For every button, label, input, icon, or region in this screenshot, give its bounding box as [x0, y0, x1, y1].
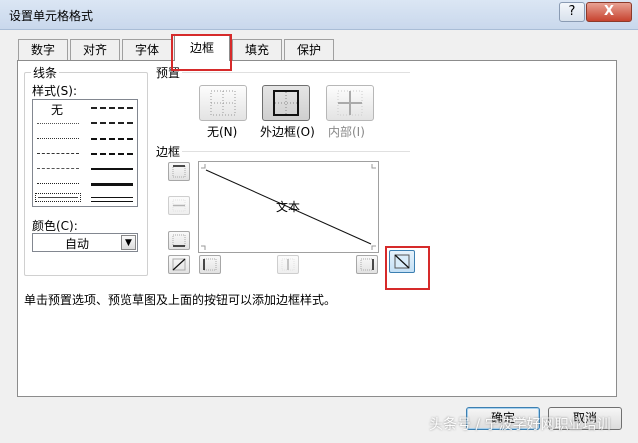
line-style-option[interactable] — [37, 138, 79, 139]
line-style-option[interactable] — [91, 168, 133, 170]
border-inner-horizontal-icon — [172, 199, 186, 212]
border-right-icon — [360, 258, 374, 271]
border-left-button[interactable] — [199, 255, 221, 274]
border-top-button[interactable] — [168, 162, 190, 181]
color-label: 颜色(C): — [32, 219, 78, 233]
preset-inside-button[interactable] — [326, 85, 374, 121]
border-left-icon — [203, 258, 217, 271]
border-inner-horizontal-button[interactable] — [168, 196, 190, 215]
preset-outline-label: 外边框(O) — [260, 125, 315, 139]
line-style-selected[interactable] — [35, 193, 81, 202]
line-style-option[interactable] — [91, 153, 133, 155]
tab-protection[interactable]: 保护 — [284, 39, 334, 60]
hint-text: 单击预置选项、预览草图及上面的按钮可以添加边框样式。 — [24, 293, 337, 307]
line-style-option[interactable] — [37, 153, 79, 154]
preset-outline-button[interactable] — [262, 85, 310, 121]
preview-text: 文本 — [276, 200, 301, 214]
line-style-option[interactable] — [37, 168, 79, 169]
border-right-button[interactable] — [356, 255, 378, 274]
presets-divider — [182, 72, 410, 73]
window-title: 设置单元格格式 — [9, 9, 94, 23]
border-inner-vertical-button[interactable] — [277, 255, 299, 274]
line-style-option[interactable] — [91, 197, 133, 202]
line-style-option[interactable] — [91, 122, 133, 124]
tab-font[interactable]: 字体 — [122, 39, 172, 60]
close-button[interactable]: X — [586, 2, 632, 22]
border-bottom-icon — [172, 234, 186, 247]
tab-fill[interactable]: 填充 — [232, 39, 282, 60]
line-style-option[interactable] — [91, 138, 133, 140]
tab-highlight-box — [171, 34, 232, 71]
line-style-list[interactable]: 无 — [32, 99, 138, 207]
close-icon: X — [603, 4, 615, 19]
preset-inside-label: 内部(I) — [328, 125, 365, 139]
color-select-value: 自动 — [65, 237, 90, 251]
preset-outline-icon — [273, 90, 299, 116]
border-diagonal-up-button[interactable] — [168, 255, 190, 274]
border-label: 边框 — [156, 145, 181, 159]
border-bottom-button[interactable] — [168, 231, 190, 250]
chevron-down-icon[interactable]: ▼ — [121, 235, 136, 250]
border-divider — [182, 151, 410, 152]
help-button[interactable]: ? — [559, 2, 585, 22]
preset-none-label: 无(N) — [207, 125, 238, 139]
diagonal-up-icon — [172, 258, 186, 271]
preset-none-icon — [210, 90, 236, 116]
line-group-label: 线条 — [31, 64, 60, 81]
preset-inside-icon — [337, 90, 363, 116]
help-icon: ? — [568, 4, 576, 19]
tab-number[interactable]: 数字 — [18, 39, 68, 60]
line-style-option[interactable] — [37, 183, 79, 184]
line-style-option[interactable] — [91, 107, 133, 109]
diagonal-highlight-box — [385, 246, 430, 290]
border-inner-vertical-icon — [281, 258, 295, 271]
line-style-option[interactable] — [91, 183, 133, 186]
border-top-icon — [172, 165, 186, 178]
border-preview[interactable]: 文本 — [198, 161, 379, 253]
preset-none-button[interactable] — [199, 85, 247, 121]
watermark-text: 头条号 / 宁波学好网职业培训 — [429, 417, 611, 433]
style-none-option[interactable]: 无 — [51, 101, 63, 118]
style-label: 样式(S): — [32, 84, 78, 98]
color-select[interactable]: 自动 ▼ — [32, 233, 138, 252]
title-bar — [0, 0, 638, 30]
line-style-option[interactable] — [37, 123, 79, 124]
tab-alignment[interactable]: 对齐 — [70, 39, 120, 60]
